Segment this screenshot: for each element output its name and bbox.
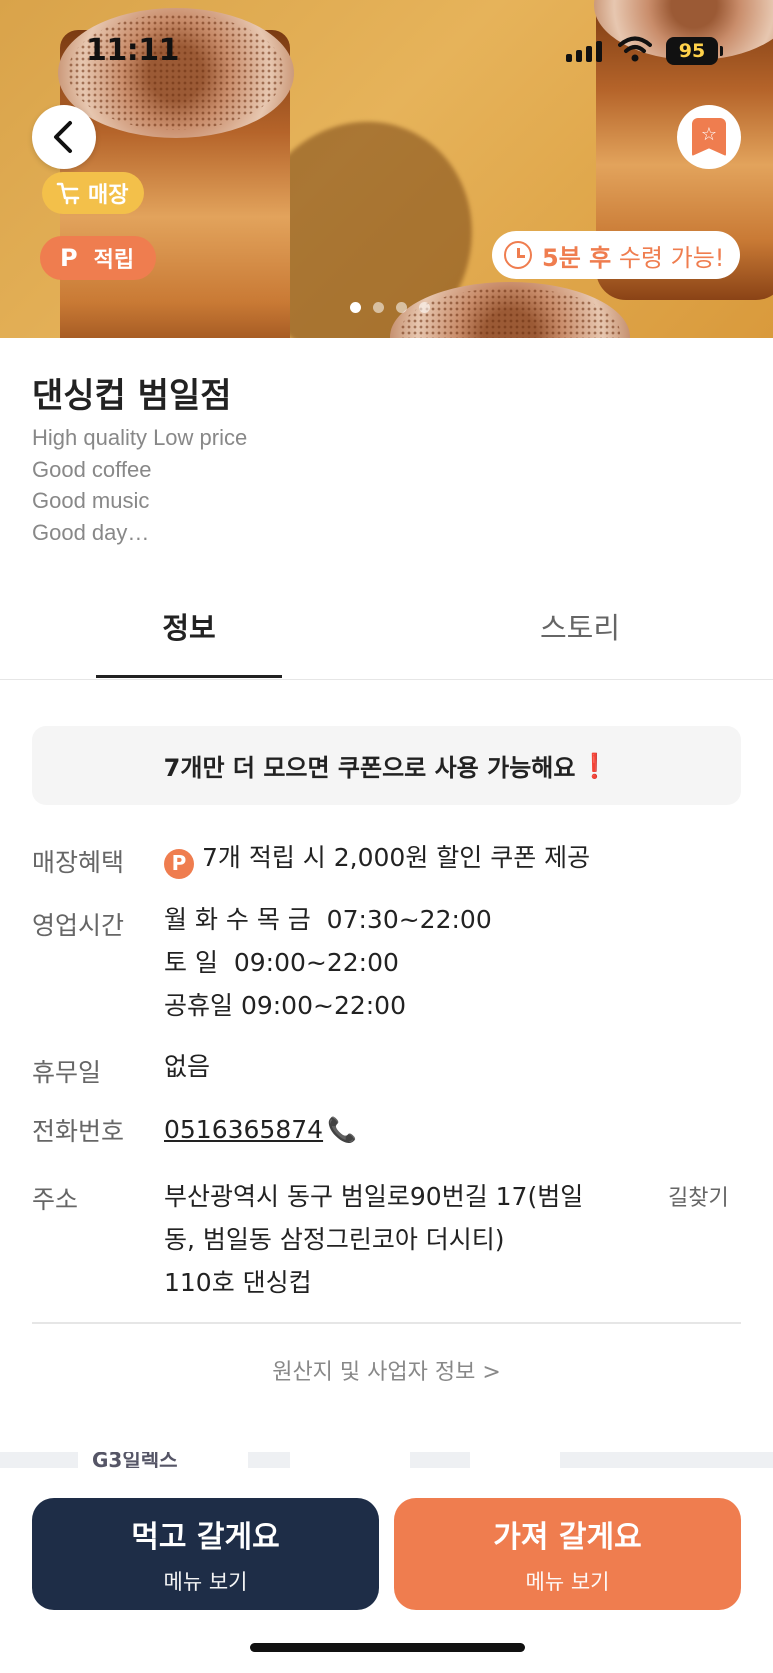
hero-image: 11:11 95 ☆ 매장 P 적립 5분 후 수령 가능!: [0, 0, 773, 338]
phone-icon[interactable]: 📞: [327, 1109, 357, 1152]
origin-business-info-link[interactable]: 원산지 및 사업자 정보 >: [0, 1354, 773, 1386]
phone-link[interactable]: 0516365874: [164, 1115, 323, 1144]
point-icon: P: [60, 244, 78, 272]
favorite-button[interactable]: ☆: [677, 105, 741, 169]
chevron-left-icon: [54, 121, 72, 153]
take-out-button[interactable]: 가져 갈게요 메뉴 보기: [394, 1498, 741, 1610]
point-badge-label: 적립: [93, 248, 135, 273]
tab-story[interactable]: 스토리: [487, 590, 673, 680]
address-value: 부산광역시 동구 범일로90번길 17(범일 동, 범일동 삼정그린코아 더시티…: [164, 1175, 583, 1304]
closed-value: 없음: [164, 1052, 211, 1081]
closed-label: 휴무일: [32, 1058, 102, 1087]
benefit-value: 7개 적립 시 2,000원 할인 쿠폰 제공: [202, 843, 591, 872]
tab-bar: 정보 스토리: [0, 590, 773, 680]
tab-info[interactable]: 정보: [96, 590, 282, 680]
exclamation-icon: ❗: [579, 751, 610, 780]
address-line: 110호 댄싱컵: [164, 1268, 312, 1297]
carousel-dot[interactable]: [396, 302, 407, 313]
cart-icon: [56, 182, 80, 205]
benefit-label: 매장혜택: [32, 848, 125, 877]
coupon-notice-text: 7개만 더 모으면 쿠폰으로 사용 가능해요: [163, 754, 576, 782]
coupon-notice: 7개만 더 모으면 쿠폰으로 사용 가능해요 ❗: [32, 726, 741, 805]
point-badge: P 적립: [40, 236, 157, 280]
active-tab-indicator: [96, 675, 282, 678]
benefit-value-row: P 7개 적립 시 2,000원 할인 쿠폰 제공: [164, 836, 590, 879]
eat-in-label: 먹고 갈게요: [131, 1520, 280, 1555]
bookmark-star-icon: ☆: [692, 118, 726, 156]
carousel-dot[interactable]: [419, 302, 430, 313]
back-button[interactable]: [32, 105, 96, 169]
address-label: 주소: [32, 1185, 79, 1214]
description-line: Good day…: [32, 519, 150, 545]
store-name: 댄싱컵 범일점: [32, 376, 232, 416]
hours-value: 월 화 수 목 금 07:30~22:00 토 일 09:00~22:00 공휴…: [164, 898, 492, 1027]
store-dine-badge: 매장: [42, 172, 145, 214]
carousel-dot[interactable]: [373, 302, 384, 313]
pickup-text: 수령 가능!: [611, 243, 725, 272]
hours-line: 토 일 09:00~22:00: [164, 948, 399, 977]
hours-label: 영업시간: [32, 911, 125, 940]
battery-icon: 95: [666, 37, 723, 65]
take-out-sublabel: 메뉴 보기: [525, 1570, 610, 1594]
description-line: High quality Low price: [32, 425, 248, 450]
pickup-minutes: 5분 후: [542, 243, 612, 272]
pickup-time-badge: 5분 후 수령 가능!: [492, 231, 741, 279]
store-badge-label: 매장: [88, 183, 129, 208]
hours-line: 월 화 수 목 금 07:30~22:00: [164, 905, 492, 934]
status-bar: 11:11 95: [0, 0, 773, 100]
take-out-label: 가져 갈게요: [493, 1520, 642, 1555]
status-time: 11:11: [86, 33, 180, 68]
home-indicator[interactable]: [250, 1643, 525, 1652]
eat-in-button[interactable]: 먹고 갈게요 메뉴 보기: [32, 1498, 379, 1610]
phone-label: 전화번호: [32, 1117, 125, 1146]
divider: [32, 1322, 741, 1324]
clock-icon: [504, 241, 532, 269]
point-icon: P: [164, 848, 194, 879]
carousel-indicator: [350, 302, 430, 313]
phone-row: 0516365874 📞: [164, 1108, 357, 1152]
store-description: High quality Low price Good coffee Good …: [32, 422, 247, 548]
directions-button[interactable]: 길찾기: [668, 1180, 729, 1212]
eat-in-sublabel: 메뉴 보기: [163, 1570, 248, 1594]
description-line: Good coffee: [32, 456, 152, 482]
address-line: 부산광역시 동구 범일로90번길 17(범일: [164, 1182, 584, 1211]
hours-line: 공휴일 09:00~22:00: [164, 991, 406, 1020]
address-line: 동, 범일동 삼정그린코아 더시티): [164, 1225, 505, 1254]
wifi-icon: [618, 36, 652, 62]
description-line: Good music: [32, 488, 150, 513]
carousel-dot[interactable]: [350, 302, 361, 313]
cellular-signal-icon: [566, 40, 602, 62]
